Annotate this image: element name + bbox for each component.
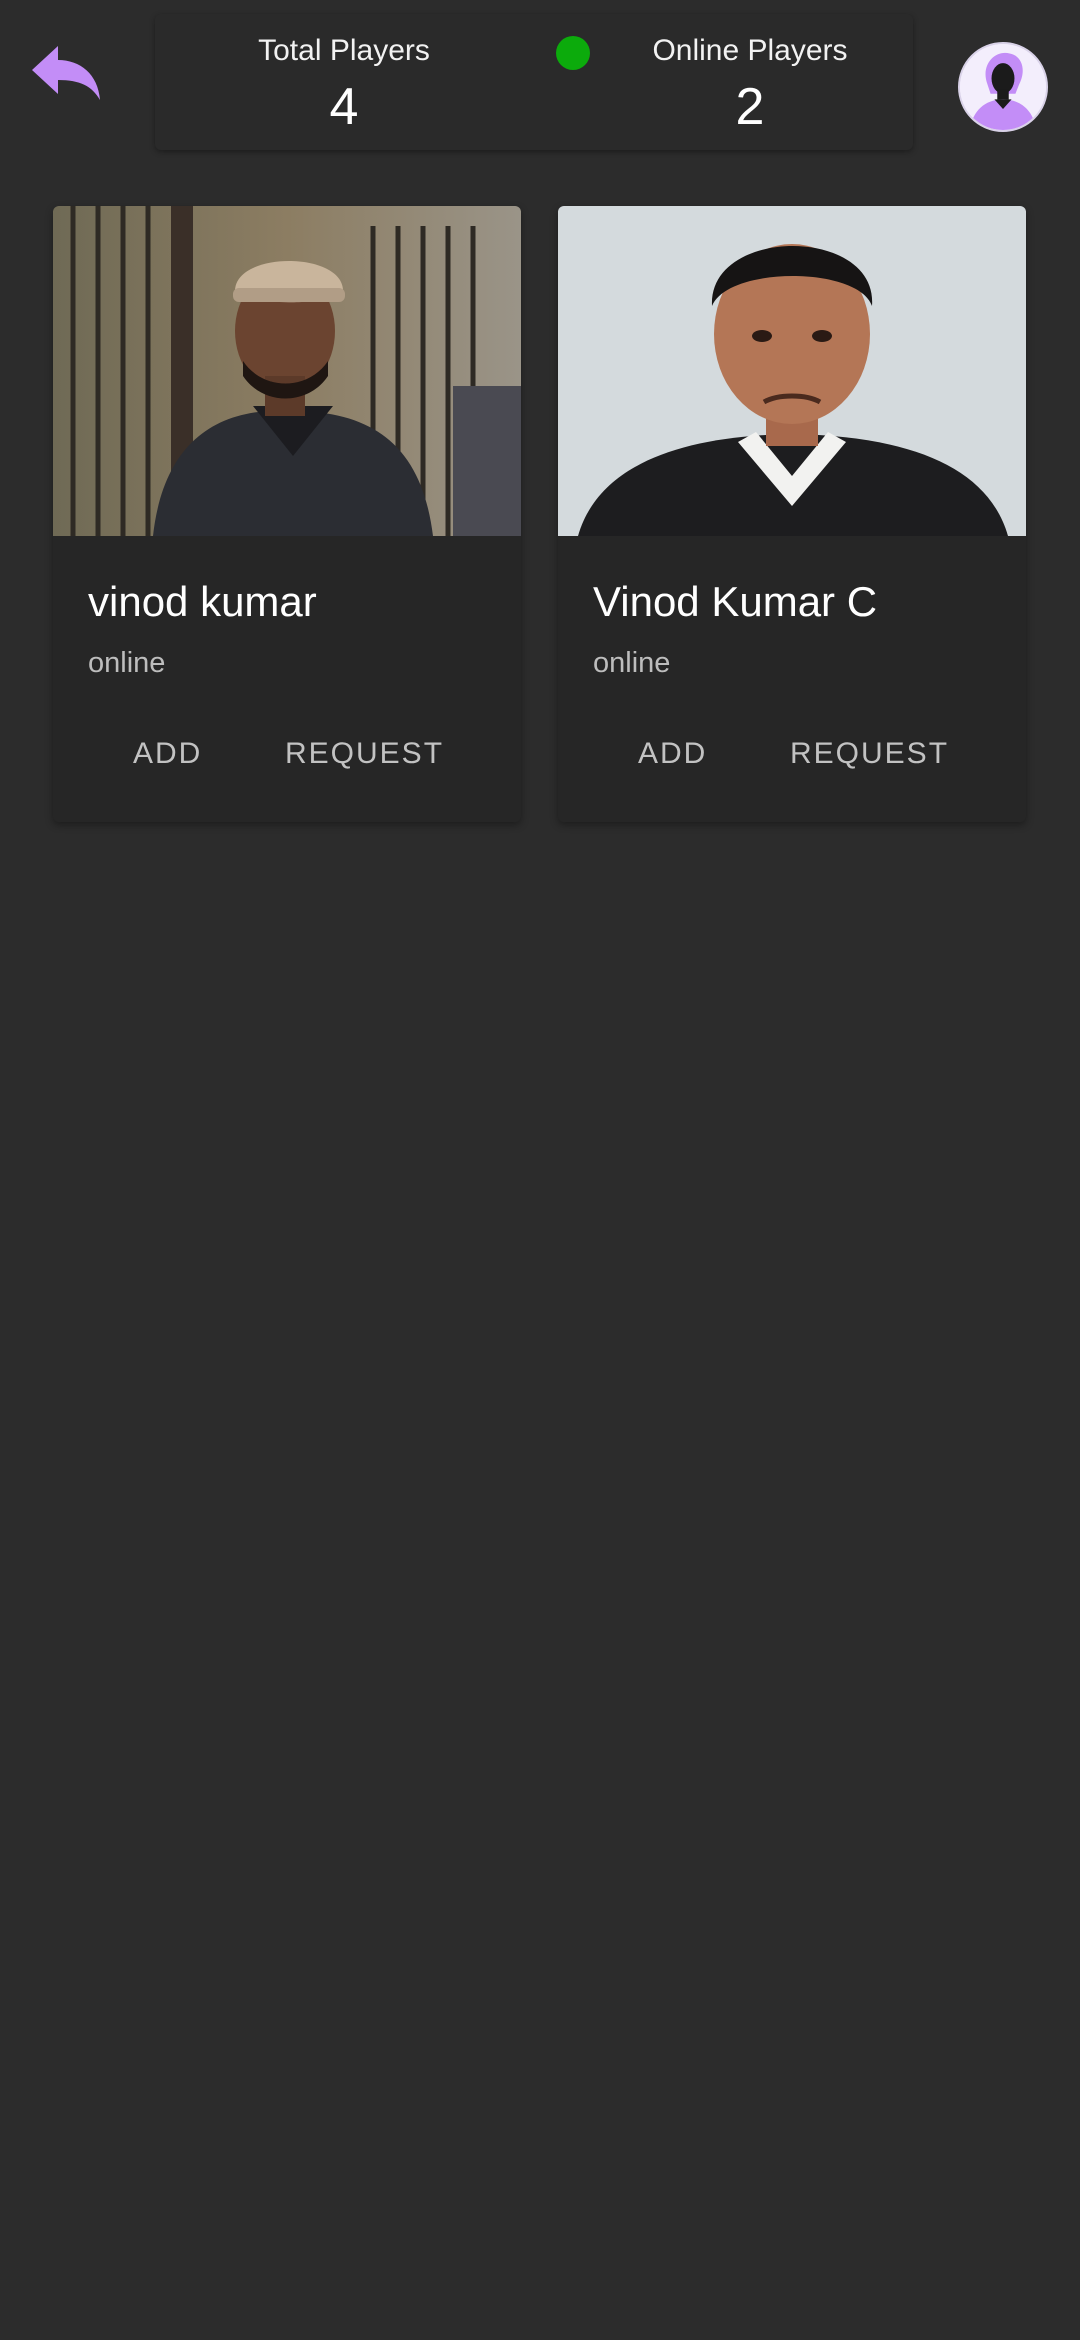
request-button[interactable]: REQUEST <box>285 726 444 782</box>
total-players-count: 4 <box>329 78 359 136</box>
player-name: vinod kumar <box>88 578 317 625</box>
online-players-count: 2 <box>735 78 765 136</box>
total-players-label: Total Players <box>258 34 430 67</box>
online-players-stat: Online Players 2 <box>600 34 900 138</box>
player-photo <box>53 206 521 536</box>
user-avatar-icon <box>960 44 1046 130</box>
online-status-dot-icon <box>556 36 590 70</box>
back-button[interactable] <box>28 38 108 114</box>
profile-avatar-button[interactable] <box>958 42 1048 132</box>
online-players-label: Online Players <box>652 34 848 67</box>
add-button[interactable]: ADD <box>133 726 202 782</box>
player-stats-panel: Total Players 4 Online Players 2 <box>155 14 913 150</box>
player-status: online <box>88 647 166 679</box>
player-card: vinod kumar online ADD REQUEST <box>53 206 521 822</box>
player-card: Vinod Kumar C online ADD REQUEST <box>558 206 1026 822</box>
add-button[interactable]: ADD <box>638 726 707 782</box>
player-status: online <box>593 647 671 679</box>
player-photo <box>558 206 1026 536</box>
back-arrow-icon <box>32 46 100 100</box>
request-button[interactable]: REQUEST <box>790 726 949 782</box>
player-name: Vinod Kumar C <box>593 578 878 625</box>
total-players-stat: Total Players 4 <box>194 34 494 138</box>
